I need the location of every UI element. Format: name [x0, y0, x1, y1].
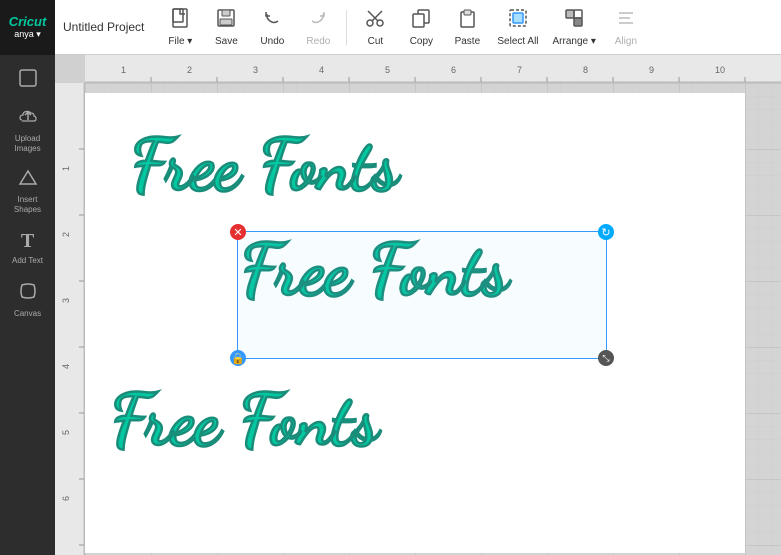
file-button[interactable]: File ▾ [158, 2, 202, 52]
ruler-top: 1 2 3 4 5 6 7 8 9 10 [85, 55, 781, 83]
svg-text:9: 9 [649, 65, 654, 75]
svg-text:4: 4 [319, 65, 324, 75]
svg-text:2: 2 [187, 65, 192, 75]
copy-label: Copy [410, 36, 433, 47]
select-all-label: Select All [497, 36, 538, 47]
redo-label: Redo [306, 36, 330, 47]
delete-handle[interactable]: ✕ [230, 224, 246, 240]
paste-icon [456, 7, 478, 34]
text-label: Add Text [12, 256, 43, 265]
sidebar-canvas-button[interactable]: Canvas [3, 275, 53, 324]
canvas-work-area[interactable]: Free Fonts Free Fonts ✕ ↻ 🔒 ⤡ Free Fonts [85, 83, 781, 555]
copy-icon [410, 7, 432, 34]
redo-icon [307, 7, 329, 34]
ruler-left-svg: 1 2 3 4 5 6 [55, 83, 85, 555]
sidebar-text-button[interactable]: T Add Text [3, 224, 53, 271]
scale-handle[interactable]: ⤡ [598, 350, 614, 366]
text-icon: T [21, 230, 34, 253]
sidebar-shapes-button[interactable]: InsertShapes [3, 163, 53, 220]
svg-text:3: 3 [61, 298, 71, 303]
main-area: 1 2 3 4 5 6 7 8 9 10 1 [55, 55, 781, 555]
arrange-label: Arrange ▾ [553, 36, 596, 47]
svg-text:2: 2 [61, 232, 71, 237]
project-title: Untitled Project [63, 20, 144, 34]
new-icon [19, 69, 37, 92]
svg-text:1: 1 [61, 166, 71, 171]
ruler-left: 1 2 3 4 5 6 [55, 83, 85, 555]
svg-text:5: 5 [385, 65, 390, 75]
canvas-icon [18, 281, 38, 306]
undo-button[interactable]: Undo [250, 2, 294, 52]
save-label: Save [215, 36, 238, 47]
select-all-button[interactable]: Select All [491, 2, 544, 52]
svg-text:6: 6 [451, 65, 456, 75]
save-icon [215, 7, 237, 34]
cut-button[interactable]: Cut [353, 2, 397, 52]
sidebar-new-button[interactable] [3, 63, 53, 98]
cut-label: Cut [368, 36, 384, 47]
file-icon [169, 7, 191, 34]
upload-icon [18, 108, 38, 131]
align-button[interactable]: Align [604, 2, 648, 52]
white-canvas [85, 93, 745, 553]
svg-text:3: 3 [253, 65, 258, 75]
lock-handle[interactable]: 🔒 [230, 350, 246, 366]
paste-label: Paste [455, 36, 481, 47]
select-all-icon [507, 7, 529, 34]
sidebar: UploadImages InsertShapes T Add Text Can… [0, 55, 55, 555]
ruler-top-svg: 1 2 3 4 5 6 7 8 9 10 [85, 55, 781, 83]
toolbar: Cricut anya ▾ Untitled Project File ▾ Sa… [0, 0, 781, 55]
redo-button[interactable]: Redo [296, 2, 340, 52]
cut-icon [364, 7, 386, 34]
align-icon [615, 7, 637, 34]
upload-label: UploadImages [14, 134, 40, 153]
username-label[interactable]: anya ▾ [14, 29, 41, 40]
save-button[interactable]: Save [204, 2, 248, 52]
paste-button[interactable]: Paste [445, 2, 489, 52]
svg-text:5: 5 [61, 430, 71, 435]
svg-text:8: 8 [583, 65, 588, 75]
svg-text:4: 4 [61, 364, 71, 369]
undo-label: Undo [260, 36, 284, 47]
divider1 [346, 10, 347, 45]
arrange-button[interactable]: Arrange ▾ [547, 2, 602, 52]
file-label: File ▾ [168, 36, 192, 47]
svg-text:10: 10 [715, 65, 725, 75]
cricut-logo-text: Cricut [9, 14, 47, 29]
shapes-label: InsertShapes [14, 195, 41, 214]
canvas-label: Canvas [14, 309, 41, 318]
undo-icon [261, 7, 283, 34]
cricut-logo[interactable]: Cricut anya ▾ [0, 0, 55, 55]
align-label: Align [615, 36, 637, 47]
sidebar-upload-button[interactable]: UploadImages [3, 102, 53, 159]
svg-text:6: 6 [61, 496, 71, 501]
svg-text:1: 1 [121, 65, 126, 75]
copy-button[interactable]: Copy [399, 2, 443, 52]
rotate-handle[interactable]: ↻ [598, 224, 614, 240]
shapes-icon [18, 169, 38, 192]
svg-text:7: 7 [517, 65, 522, 75]
arrange-icon [563, 7, 585, 34]
